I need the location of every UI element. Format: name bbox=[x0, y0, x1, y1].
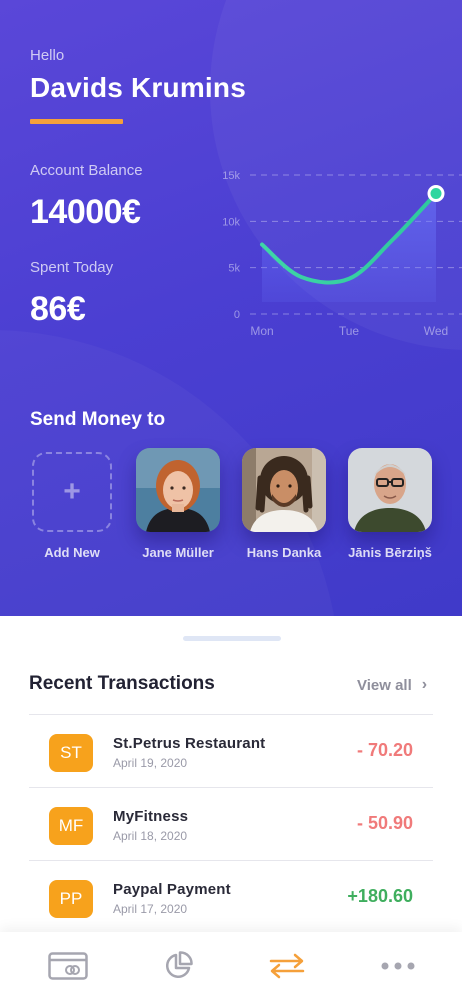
add-contact-button[interactable]: + bbox=[32, 452, 112, 532]
balance-label: Account Balance bbox=[30, 162, 143, 179]
transaction-amount: - 50.90 bbox=[356, 813, 413, 833]
tab-statistics[interactable] bbox=[128, 932, 228, 1000]
user-name: Davids Krumins bbox=[30, 72, 246, 103]
chart-area bbox=[262, 193, 436, 302]
bottom-tab-bar bbox=[0, 932, 462, 1000]
view-all-link[interactable]: View all › bbox=[357, 676, 427, 694]
chart-x-tick: Mon bbox=[250, 324, 273, 338]
chart-y-tick: 5k bbox=[228, 263, 240, 275]
transaction-amount: - 70.20 bbox=[356, 740, 413, 760]
card-icon bbox=[48, 952, 88, 980]
transaction-row[interactable]: ST St.Petrus Restaurant April 19, 2020 -… bbox=[29, 734, 433, 806]
transaction-name: MyFitness bbox=[113, 808, 189, 825]
name-underline bbox=[30, 119, 123, 124]
plus-icon: + bbox=[63, 475, 81, 508]
avatar[interactable] bbox=[136, 448, 220, 532]
chevron-right-icon: › bbox=[421, 676, 428, 693]
contact-label: Jānis Bērziņš bbox=[348, 545, 432, 560]
balance-chart: 15k 10k 5k 0 Mon Tue Wed bbox=[222, 170, 462, 338]
greeting-text: Hello bbox=[30, 47, 65, 64]
divider bbox=[29, 714, 433, 715]
tab-more[interactable] bbox=[348, 932, 448, 1000]
chart-endpoint[interactable] bbox=[427, 185, 445, 203]
transaction-initials-badge: ST bbox=[49, 734, 93, 772]
transaction-date: April 18, 2020 bbox=[113, 829, 188, 843]
spent-label: Spent Today bbox=[30, 259, 114, 276]
send-money-title: Send Money to bbox=[30, 409, 166, 430]
transaction-name: Paypal Payment bbox=[113, 881, 231, 898]
sheet-drag-handle[interactable] bbox=[183, 636, 281, 641]
view-all-label: View all bbox=[357, 676, 412, 694]
divider bbox=[29, 787, 433, 788]
contact-jane[interactable]: Jane Müller bbox=[136, 448, 220, 560]
spent-value: 86€ bbox=[30, 290, 86, 328]
transaction-date: April 19, 2020 bbox=[113, 756, 188, 770]
contact-add-new[interactable]: + Add New bbox=[30, 448, 114, 560]
transaction-initials-badge: MF bbox=[49, 807, 93, 845]
more-icon bbox=[381, 962, 415, 970]
contact-janis[interactable]: Jānis Bērziņš bbox=[348, 448, 432, 560]
hero-panel: Hello Davids Krumins Account Balance 140… bbox=[0, 0, 462, 640]
divider bbox=[29, 860, 433, 861]
chart-y-tick: 15k bbox=[222, 170, 240, 182]
balance-value: 14000€ bbox=[30, 193, 141, 231]
contact-hans[interactable]: Hans Danka bbox=[242, 448, 326, 560]
chart-x-tick: Wed bbox=[424, 324, 448, 338]
tab-transfers[interactable] bbox=[237, 932, 337, 1000]
transaction-row[interactable]: MF MyFitness April 18, 2020 - 50.90 bbox=[29, 807, 433, 879]
transaction-name: St.Petrus Restaurant bbox=[113, 735, 266, 752]
recent-transactions-title: Recent Transactions bbox=[29, 673, 215, 694]
transaction-date: April 17, 2020 bbox=[113, 902, 188, 916]
chart-x-tick: Tue bbox=[339, 324, 360, 338]
pie-chart-icon bbox=[166, 951, 193, 978]
avatar[interactable] bbox=[242, 448, 326, 532]
transaction-amount: +180.60 bbox=[347, 886, 413, 906]
chart-y-tick: 10k bbox=[222, 216, 240, 228]
chart-y-tick: 0 bbox=[234, 309, 240, 321]
tab-cards[interactable] bbox=[18, 932, 118, 1000]
avatar[interactable] bbox=[348, 448, 432, 532]
transfer-icon bbox=[269, 953, 305, 979]
transaction-initials-badge: PP bbox=[49, 880, 93, 918]
